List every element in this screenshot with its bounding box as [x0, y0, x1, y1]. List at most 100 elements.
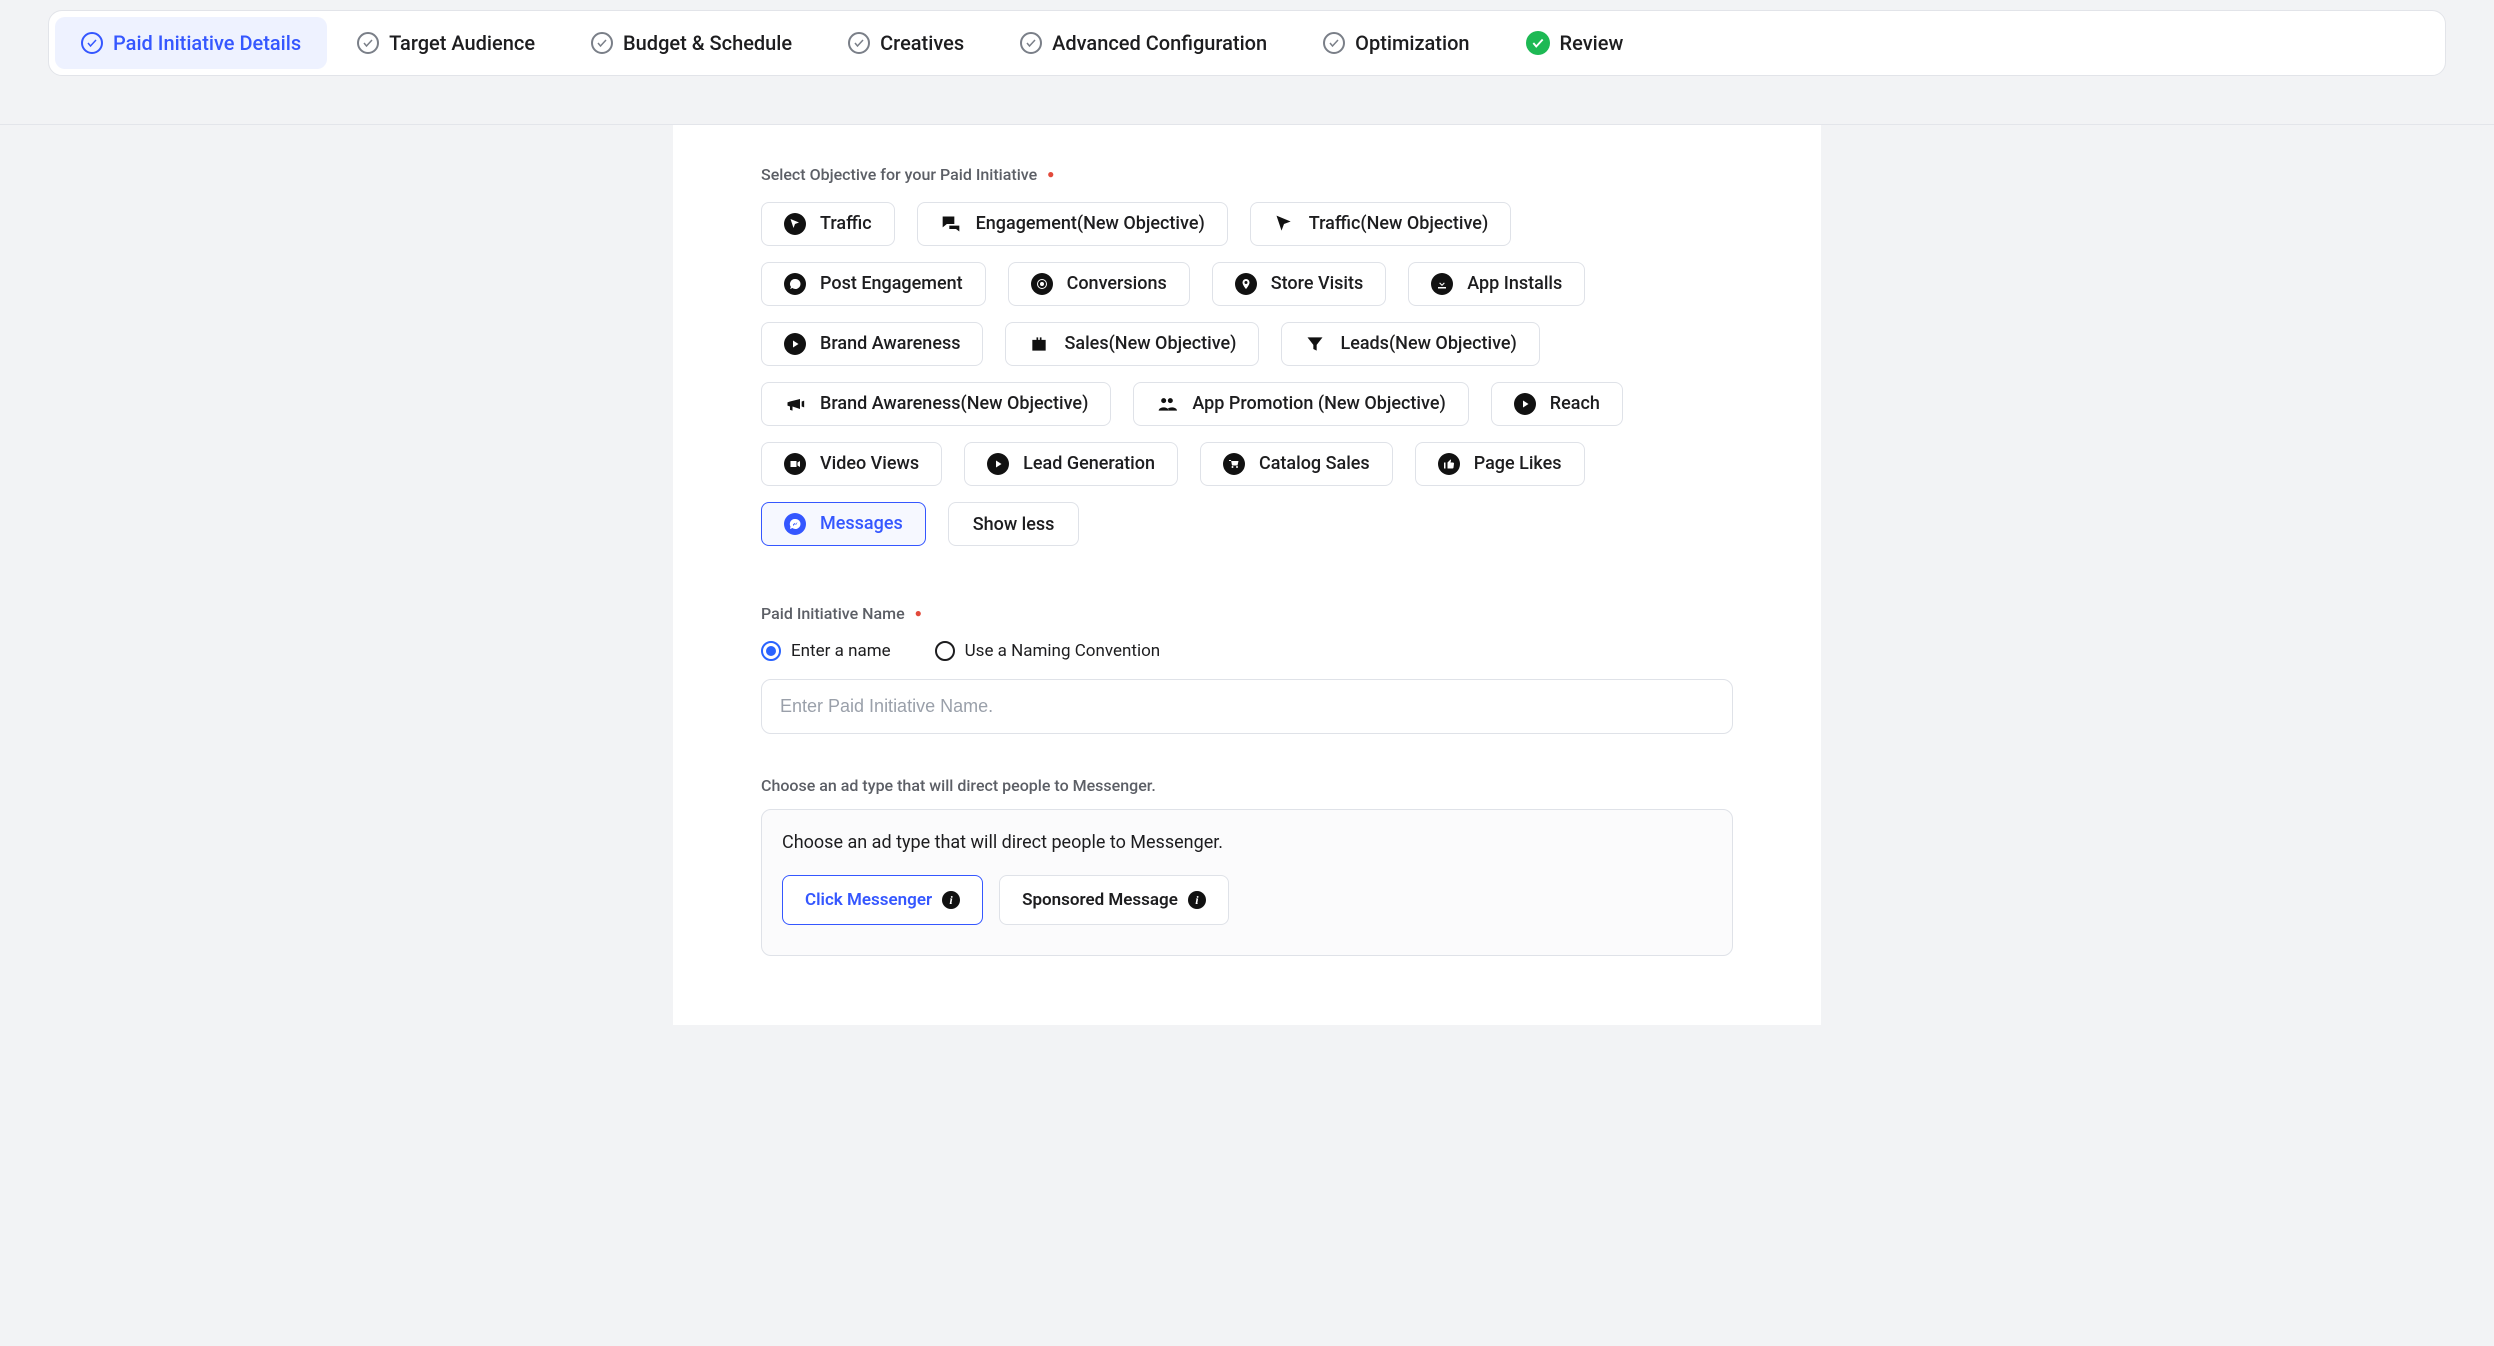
play-icon — [784, 333, 806, 355]
info-icon[interactable]: i — [1188, 891, 1206, 909]
tab-label: Target Audience — [389, 31, 535, 55]
chip-label: Video Views — [820, 453, 919, 475]
objective-chip-traffic-new[interactable]: Traffic(New Objective) — [1250, 202, 1511, 246]
chip-label: Lead Generation — [1023, 453, 1155, 475]
radio-icon — [761, 641, 781, 661]
show-less-label: Show less — [973, 514, 1055, 535]
initiative-name-input[interactable] — [761, 679, 1733, 734]
objective-chip-grid: Traffic Engagement(New Objective) Traffi… — [761, 202, 1733, 546]
chip-label: Conversions — [1067, 273, 1167, 295]
adtype-box: Choose an ad type that will direct peopl… — [761, 809, 1733, 956]
required-dot-icon: ● — [1047, 167, 1054, 181]
people-icon — [1156, 393, 1178, 415]
chat-icon — [940, 213, 962, 235]
tab-label: Creatives — [880, 31, 964, 55]
required-dot-icon: ● — [915, 606, 922, 620]
check-circle-icon — [1020, 32, 1042, 54]
tab-paid-initiative-details[interactable]: Paid Initiative Details — [55, 17, 327, 69]
objective-chip-messages[interactable]: Messages — [761, 502, 926, 546]
adtype-heading: Choose an ad type that will direct peopl… — [761, 776, 1733, 795]
tab-budget-schedule[interactable]: Budget & Schedule — [565, 17, 818, 69]
cursor-icon — [1273, 213, 1295, 235]
chip-label: Engagement(New Objective) — [976, 213, 1205, 235]
objective-chip-leads-new[interactable]: Leads(New Objective) — [1281, 322, 1539, 366]
name-section-text: Paid Initiative Name — [761, 604, 905, 623]
info-icon[interactable]: i — [942, 891, 960, 909]
check-circle-icon — [81, 32, 103, 54]
chip-label: Messages — [820, 513, 903, 535]
radio-label: Use a Naming Convention — [965, 641, 1161, 661]
adtype-label: Click Messenger — [805, 890, 932, 910]
name-section-label: Paid Initiative Name ● — [761, 604, 1733, 623]
chip-label: Store Visits — [1271, 273, 1364, 295]
objective-chip-brand-awareness[interactable]: Brand Awareness — [761, 322, 983, 366]
objective-chip-conversions[interactable]: Conversions — [1008, 262, 1190, 306]
speech-icon — [784, 273, 806, 295]
tab-optimization[interactable]: Optimization — [1297, 17, 1495, 69]
tab-label: Optimization — [1355, 31, 1469, 55]
objective-chip-app-installs[interactable]: App Installs — [1408, 262, 1585, 306]
funnel-icon — [1304, 333, 1326, 355]
chip-label: Brand Awareness(New Objective) — [820, 393, 1088, 415]
cart-icon — [1223, 453, 1245, 475]
wizard-stepper: Paid Initiative Details Target Audience … — [48, 10, 2446, 76]
chip-label: App Promotion (New Objective) — [1192, 393, 1445, 415]
tab-label: Paid Initiative Details — [113, 31, 301, 55]
megaphone-icon — [784, 393, 806, 415]
chip-label: Page Likes — [1474, 453, 1562, 475]
check-circle-icon — [591, 32, 613, 54]
objective-chip-catalog-sales[interactable]: Catalog Sales — [1200, 442, 1393, 486]
play-icon — [1514, 393, 1536, 415]
like-icon — [1438, 453, 1460, 475]
pin-icon — [1235, 273, 1257, 295]
chip-label: Post Engagement — [820, 273, 963, 295]
objective-chip-reach[interactable]: Reach — [1491, 382, 1623, 426]
target-icon — [1031, 273, 1053, 295]
chip-label: Reach — [1550, 393, 1600, 415]
download-icon — [1431, 273, 1453, 295]
radio-icon — [935, 641, 955, 661]
tab-target-audience[interactable]: Target Audience — [331, 17, 561, 69]
objective-section-label: Select Objective for your Paid Initiativ… — [761, 165, 1733, 184]
play-icon — [987, 453, 1009, 475]
tab-review[interactable]: Review — [1500, 17, 1650, 69]
objective-chip-engagement-new[interactable]: Engagement(New Objective) — [917, 202, 1228, 246]
radio-enter-name[interactable]: Enter a name — [761, 641, 891, 661]
check-circle-icon — [357, 32, 379, 54]
chip-label: Catalog Sales — [1259, 453, 1370, 475]
tab-label: Budget & Schedule — [623, 31, 792, 55]
objective-chip-app-promotion-new[interactable]: App Promotion (New Objective) — [1133, 382, 1468, 426]
objective-section-text: Select Objective for your Paid Initiativ… — [761, 165, 1037, 184]
adtype-label: Sponsored Message — [1022, 890, 1178, 910]
objective-chip-store-visits[interactable]: Store Visits — [1212, 262, 1387, 306]
tab-creatives[interactable]: Creatives — [822, 17, 990, 69]
video-icon — [784, 453, 806, 475]
show-less-button[interactable]: Show less — [948, 502, 1080, 546]
objective-chip-page-likes[interactable]: Page Likes — [1415, 442, 1585, 486]
check-solid-icon — [1526, 31, 1550, 55]
objective-chip-brand-awareness-new[interactable]: Brand Awareness(New Objective) — [761, 382, 1111, 426]
check-circle-icon — [1323, 32, 1345, 54]
objective-chip-video-views[interactable]: Video Views — [761, 442, 942, 486]
adtype-sponsored-message[interactable]: Sponsored Message i — [999, 875, 1229, 925]
briefcase-icon — [1028, 333, 1050, 355]
radio-naming-convention[interactable]: Use a Naming Convention — [935, 641, 1161, 661]
form-panel: Select Objective for your Paid Initiativ… — [673, 125, 1821, 1025]
objective-chip-lead-generation[interactable]: Lead Generation — [964, 442, 1178, 486]
chip-label: Traffic(New Objective) — [1309, 213, 1488, 235]
objective-chip-post-engagement[interactable]: Post Engagement — [761, 262, 986, 306]
tab-advanced-configuration[interactable]: Advanced Configuration — [994, 17, 1293, 69]
objective-chip-sales-new[interactable]: Sales(New Objective) — [1005, 322, 1259, 366]
chip-label: Traffic — [820, 213, 872, 235]
chip-label: Leads(New Objective) — [1340, 333, 1516, 355]
chip-label: App Installs — [1467, 273, 1562, 295]
tab-label: Review — [1560, 31, 1624, 55]
messenger-icon — [784, 513, 806, 535]
chip-label: Brand Awareness — [820, 333, 960, 355]
adtype-click-messenger[interactable]: Click Messenger i — [782, 875, 983, 925]
cursor-icon — [784, 213, 806, 235]
objective-chip-traffic[interactable]: Traffic — [761, 202, 895, 246]
name-radio-row: Enter a name Use a Naming Convention — [761, 641, 1733, 661]
adtype-box-text: Choose an ad type that will direct peopl… — [782, 832, 1712, 853]
chip-label: Sales(New Objective) — [1064, 333, 1236, 355]
